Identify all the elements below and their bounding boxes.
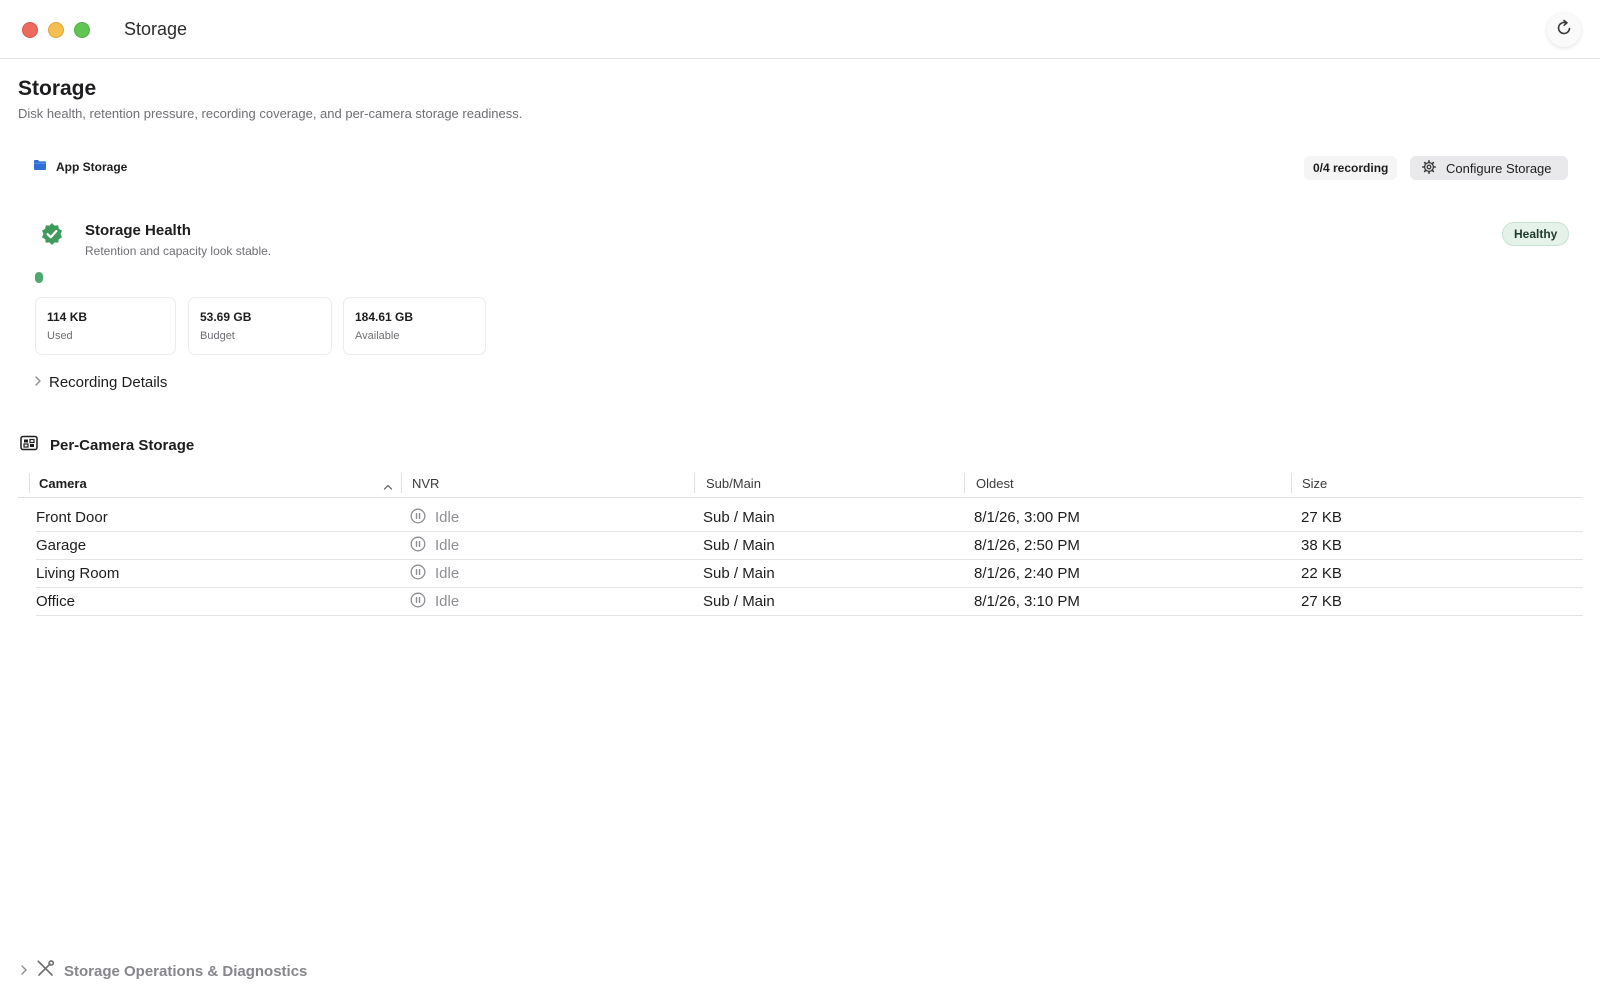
refresh-icon: [1554, 18, 1574, 43]
stat-card-budget: 53.69 GB Budget: [188, 297, 332, 355]
storage-operations-disclosure[interactable]: Storage Operations & Diagnostics: [20, 960, 307, 983]
stat-label: Budget: [200, 330, 235, 342]
health-status-badge: Healthy: [1502, 222, 1570, 246]
nvr-status-label: Idle: [435, 509, 460, 526]
pause-circle-icon: [410, 508, 426, 528]
table-row[interactable]: Living Room Idle Sub / Main 8/1/26, 2:40…: [36, 560, 1583, 588]
nvr-status-cell: Idle: [410, 560, 459, 587]
pause-circle-icon: [410, 592, 426, 612]
stat-value: 184.61 GB: [355, 310, 414, 324]
storage-health-title: Storage Health: [85, 222, 191, 239]
table-row[interactable]: Front Door Idle Sub / Main 8/1/26, 3:00 …: [36, 504, 1583, 532]
size-cell: 22 KB: [1301, 565, 1342, 582]
nvr-status-cell: Idle: [410, 504, 459, 531]
storage-health-subtitle: Retention and capacity look stable.: [85, 244, 272, 258]
window-titlebar: Storage: [0, 0, 1600, 59]
verified-badge-icon: [39, 222, 65, 248]
column-header-size[interactable]: Size: [1302, 470, 1327, 496]
per-camera-storage-title: Per-Camera Storage: [50, 437, 195, 454]
oldest-cell: 8/1/26, 3:00 PM: [974, 509, 1080, 526]
storage-operations-label: Storage Operations & Diagnostics: [64, 963, 308, 980]
stat-label: Used: [47, 330, 73, 342]
stream-cell: Sub / Main: [703, 537, 775, 554]
pause-circle-icon: [410, 536, 426, 556]
storage-usage-fill: [35, 272, 43, 283]
configure-storage-button[interactable]: Configure Storage: [1410, 156, 1568, 180]
nvr-status-label: Idle: [435, 593, 460, 610]
oldest-cell: 8/1/26, 3:10 PM: [974, 593, 1080, 610]
column-header-nvr[interactable]: NVR: [412, 470, 439, 496]
chevron-right-icon: [34, 374, 42, 391]
nvr-status-cell: Idle: [410, 532, 459, 559]
pause-circle-icon: [410, 564, 426, 584]
page-subtitle: Disk health, retention pressure, recordi…: [18, 106, 523, 121]
camera-name-cell: Front Door: [36, 509, 108, 526]
stat-card-used: 114 KB Used: [35, 297, 176, 355]
configure-storage-label: Configure Storage: [1446, 160, 1552, 176]
oldest-cell: 8/1/26, 2:50 PM: [974, 537, 1080, 554]
camera-name-cell: Garage: [36, 537, 87, 554]
size-cell: 27 KB: [1301, 593, 1342, 610]
refresh-button[interactable]: [1547, 13, 1581, 47]
stat-label: Available: [355, 330, 400, 342]
gear-icon: [1422, 159, 1436, 177]
folder-icon: [33, 158, 47, 176]
nvr-status-label: Idle: [435, 537, 460, 554]
storage-location: App Storage: [33, 158, 127, 176]
page-title: Storage: [18, 77, 97, 100]
per-camera-storage-table: Camera NVR Sub/Main Oldest Size Front Do…: [18, 470, 1583, 616]
stream-cell: Sub / Main: [703, 593, 775, 610]
table-row[interactable]: Garage Idle Sub / Main 8/1/26, 2:50 PM 3…: [36, 532, 1583, 560]
sort-ascending-icon: [383, 478, 393, 496]
table-row[interactable]: Office Idle Sub / Main 8/1/26, 3:10 PM 2…: [36, 588, 1583, 616]
column-divider: [401, 473, 402, 493]
column-divider: [964, 473, 965, 493]
column-divider: [29, 473, 30, 493]
nvr-status-cell: Idle: [410, 588, 459, 615]
camera-name-cell: Living Room: [36, 565, 120, 582]
nvr-status-label: Idle: [435, 565, 460, 582]
column-divider: [1291, 473, 1292, 493]
stream-cell: Sub / Main: [703, 509, 775, 526]
column-divider: [694, 473, 695, 493]
wrench-screwdriver-icon: [36, 960, 56, 983]
stat-value: 53.69 GB: [200, 310, 252, 324]
minimize-window-button[interactable]: [48, 22, 64, 38]
chevron-right-icon: [20, 963, 28, 981]
size-cell: 38 KB: [1301, 537, 1342, 554]
stream-cell: Sub / Main: [703, 565, 775, 582]
column-header-sub-main[interactable]: Sub/Main: [706, 470, 761, 496]
window-title: Storage: [124, 19, 188, 39]
storage-location-label: App Storage: [56, 160, 128, 174]
size-cell: 27 KB: [1301, 509, 1342, 526]
table-header: Camera NVR Sub/Main Oldest Size: [18, 470, 1583, 498]
recording-count-badge: 0/4 recording: [1304, 156, 1398, 180]
stat-card-available: 184.61 GB Available: [343, 297, 486, 355]
column-header-oldest[interactable]: Oldest: [976, 470, 1014, 496]
stat-value: 114 KB: [47, 310, 88, 324]
camera-grid-icon: [20, 435, 38, 456]
recording-details-disclosure[interactable]: Recording Details: [34, 374, 167, 391]
recording-details-label: Recording Details: [49, 374, 168, 391]
storage-usage-bar: [35, 272, 1565, 283]
close-window-button[interactable]: [22, 22, 38, 38]
maximize-window-button[interactable]: [74, 22, 90, 38]
oldest-cell: 8/1/26, 2:40 PM: [974, 565, 1080, 582]
column-header-camera[interactable]: Camera: [39, 470, 87, 496]
camera-name-cell: Office: [36, 593, 75, 610]
per-camera-storage-header: Per-Camera Storage: [20, 435, 194, 456]
